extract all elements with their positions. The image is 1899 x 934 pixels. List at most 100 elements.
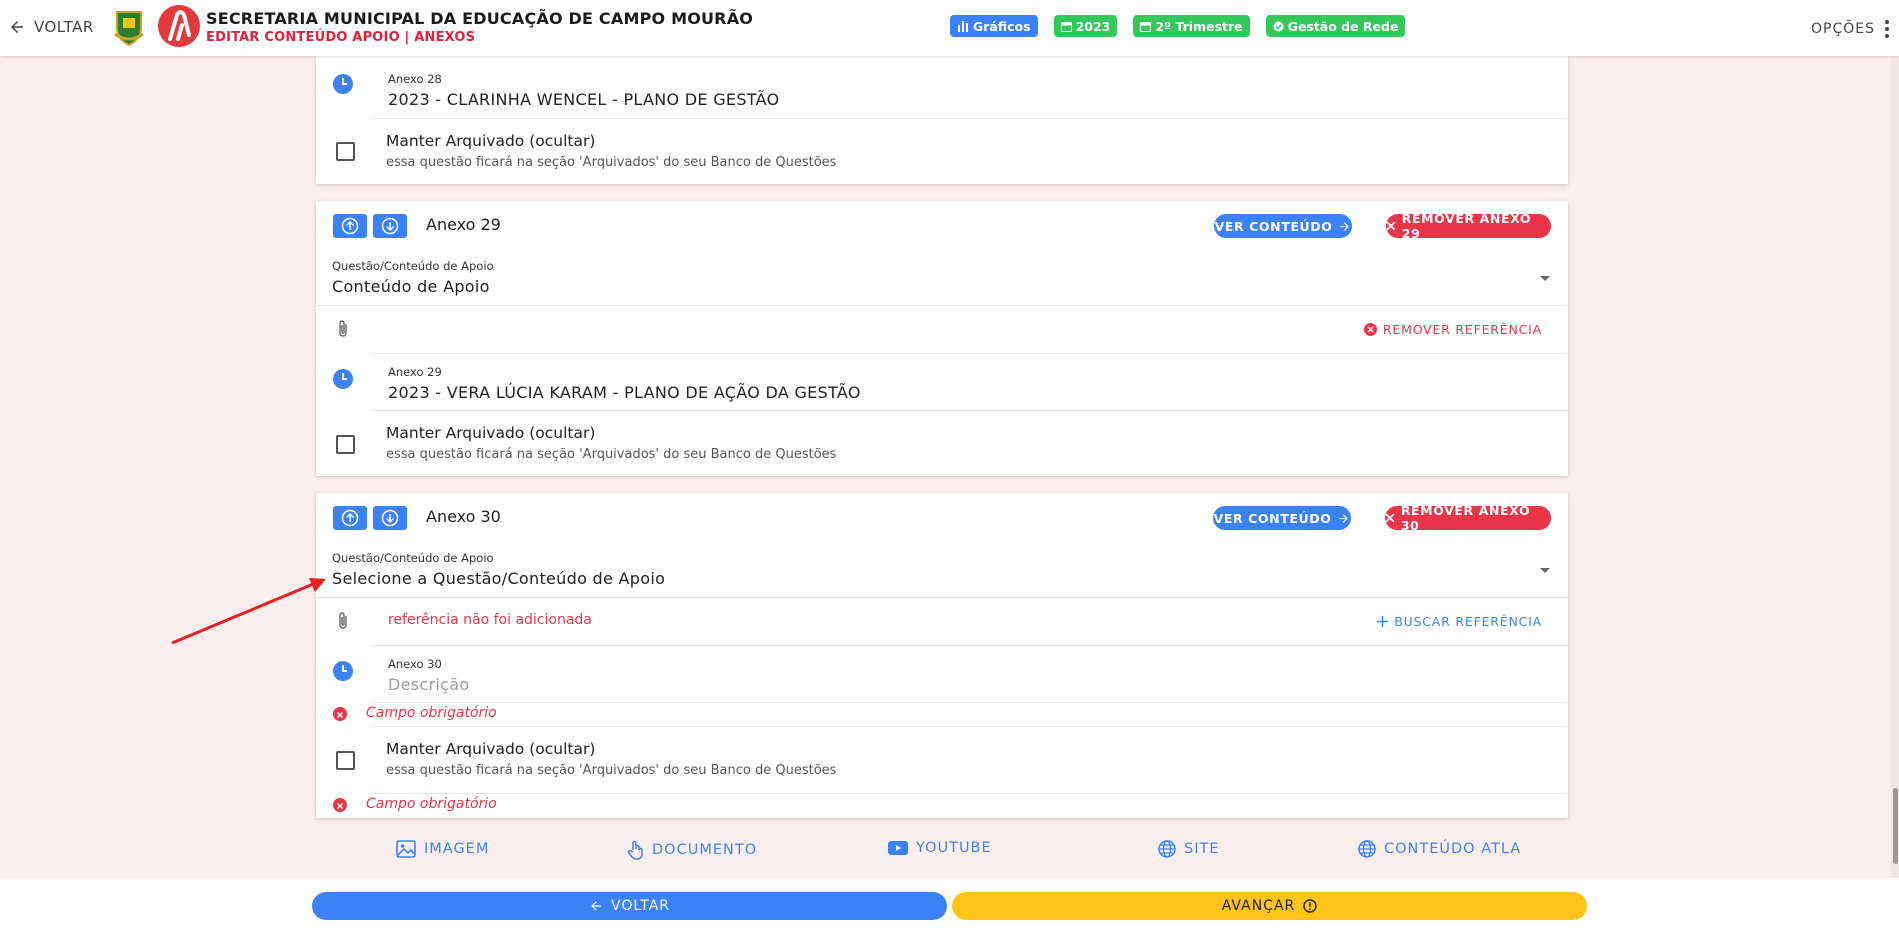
header-chips: Gráficos 2023 2º Trimestre Gestão de Red… xyxy=(950,15,1406,37)
image-icon xyxy=(396,840,416,858)
annex-30-reference-missing-text: referência não foi adicionada xyxy=(388,612,592,628)
options-label: OPÇÕES xyxy=(1811,21,1875,37)
paperclip-icon xyxy=(339,320,347,337)
header-titles: SECRETARIA MUNICIPAL DA EDUCAÇÃO DE CAMP… xyxy=(206,9,753,45)
alert-circle-icon xyxy=(1303,899,1317,913)
clock-icon xyxy=(333,74,353,94)
close-circle-icon xyxy=(1363,323,1377,336)
arrow-left-icon xyxy=(591,901,601,911)
header-back-button[interactable]: VOLTAR xyxy=(8,18,94,36)
annex-28-description-row: Anexo 28 2023 - CLARINHA WENCEL - PLANO … xyxy=(316,56,1568,118)
check-circle-icon xyxy=(1273,21,1284,31)
annex-30-header-row: Anexo 30 VER CONTEÚDO REMOVER ANEXO 30 xyxy=(316,493,1568,543)
footer-bar: VOLTAR AVANÇAR xyxy=(0,878,1899,934)
add-youtube-button[interactable]: YOUTUBE xyxy=(888,840,992,856)
annex-30-reference-row: referência não foi adicionada BUSCAR REF… xyxy=(316,598,1568,645)
chip-network[interactable]: Gestão de Rede xyxy=(1265,15,1406,37)
page-title: SECRETARIA MUNICIPAL DA EDUCAÇÃO DE CAMP… xyxy=(206,9,754,28)
clock-icon xyxy=(333,661,353,681)
annex-30-description-label: Anexo 30 xyxy=(388,657,442,671)
paperclip-icon xyxy=(339,612,347,629)
header-back-label: VOLTAR xyxy=(34,18,94,36)
annex-28-archive-title: Manter Arquivado (ocultar) xyxy=(386,132,596,150)
chip-graficos[interactable]: Gráficos xyxy=(950,15,1038,37)
chevron-down-icon xyxy=(1540,276,1550,281)
annex-30-title: Anexo 30 xyxy=(426,507,501,526)
annex-28-archive-row: Manter Arquivado (ocultar) essa questão … xyxy=(316,119,1568,184)
error-circle-icon xyxy=(333,798,347,812)
more-vertical-icon xyxy=(1885,20,1889,38)
globe-icon xyxy=(1158,840,1176,858)
annex-30-archive-description: essa questão ficará na seção 'Arquivados… xyxy=(386,763,837,778)
annex-30-select-placeholder: Selecione a Questão/Conteúdo de Apoio xyxy=(332,569,666,588)
footer-next-button[interactable]: AVANÇAR xyxy=(952,892,1587,920)
annex-30-move-up-button[interactable] xyxy=(333,506,367,530)
annex-29-select-value: Conteúdo de Apoio xyxy=(332,277,490,296)
chevron-down-icon xyxy=(1540,568,1550,573)
annex-28-description-label: Anexo 28 xyxy=(388,72,442,86)
annex-29-archive-description: essa questão ficará na seção 'Arquivados… xyxy=(386,447,837,462)
scrollbar-track[interactable] xyxy=(1891,56,1899,878)
annex-29-description-label: Anexo 29 xyxy=(388,365,442,379)
arrow-up-circle-icon xyxy=(341,217,359,235)
chip-trimester[interactable]: 2º Trimestre xyxy=(1133,15,1250,37)
annex-30-type-select[interactable]: Questão/Conteúdo de Apoio Selecione a Qu… xyxy=(316,543,1568,597)
add-atla-content-button[interactable]: CONTEÚDO ATLA xyxy=(1358,840,1521,858)
globe-icon xyxy=(1358,840,1376,858)
error-text: Campo obrigatório xyxy=(366,705,497,721)
error-circle-icon xyxy=(333,707,347,721)
add-document-button[interactable]: DOCUMENTO xyxy=(628,840,757,860)
annex-30-remove-button[interactable]: REMOVER ANEXO 30 xyxy=(1385,503,1551,533)
annex-28-description-input[interactable]: 2023 - CLARINHA WENCEL - PLANO DE GESTÃO xyxy=(388,90,779,109)
chip-year[interactable]: 2023 xyxy=(1053,15,1118,37)
annex-29-view-content-button[interactable]: VER CONTEÚDO xyxy=(1214,214,1352,238)
annex-29-card: Anexo 29 VER CONTEÚDO REMOVER ANEXO 29 Q… xyxy=(316,201,1568,476)
municipal-crest-icon xyxy=(114,11,144,46)
calendar-icon xyxy=(1060,21,1072,32)
annex-30-description-input[interactable]: Descrição xyxy=(388,675,469,694)
annex-30-move-down-button[interactable] xyxy=(373,506,407,530)
annex-29-title: Anexo 29 xyxy=(426,215,501,234)
annex-29-remove-reference-button[interactable]: REMOVER REFERÊNCIA xyxy=(1363,322,1542,337)
arrow-down-circle-icon xyxy=(381,509,399,527)
annex-29-move-up-button[interactable] xyxy=(333,214,367,238)
annex-30-search-reference-button[interactable]: BUSCAR REFERÊNCIA xyxy=(1377,614,1542,629)
arrow-left-icon xyxy=(11,21,23,33)
footer-back-button[interactable]: VOLTAR xyxy=(312,892,947,920)
annex-29-move-down-button[interactable] xyxy=(373,214,407,238)
annex-30-view-content-button[interactable]: VER CONTEÚDO xyxy=(1213,506,1351,530)
close-icon xyxy=(1385,513,1395,523)
annex-29-header-row: Anexo 29 VER CONTEÚDO REMOVER ANEXO 29 xyxy=(316,201,1568,251)
annex-29-remove-button[interactable]: REMOVER ANEXO 29 xyxy=(1386,211,1551,241)
annex-29-type-select[interactable]: Questão/Conteúdo de Apoio Conteúdo de Ap… xyxy=(316,251,1568,305)
annex-29-description-input[interactable]: 2023 - VERA LÚCIA KARAM - PLANO DE AÇÃO … xyxy=(388,383,861,402)
annex-30-archive-row: Manter Arquivado (ocultar) essa questão … xyxy=(316,727,1568,793)
plus-icon xyxy=(1377,616,1389,627)
annex-29-description-row: Anexo 29 2023 - VERA LÚCIA KARAM - PLANO… xyxy=(316,354,1568,410)
add-site-button[interactable]: SITE xyxy=(1158,840,1220,858)
scrollbar-thumb[interactable] xyxy=(1893,788,1898,864)
annex-30-archive-error: Campo obrigatório xyxy=(316,794,1568,816)
error-text: Campo obrigatório xyxy=(366,796,497,812)
annex-29-archive-checkbox[interactable] xyxy=(336,435,355,454)
options-menu-button[interactable]: OPÇÕES xyxy=(1811,20,1889,38)
top-app-bar: VOLTAR SECRETARIA MUNICIPAL DA EDUCAÇÃO … xyxy=(0,0,1899,56)
annex-29-select-label: Questão/Conteúdo de Apoio xyxy=(332,259,494,273)
annex-28-archive-description: essa questão ficará na seção 'Arquivados… xyxy=(386,155,837,170)
clock-icon xyxy=(333,369,353,389)
annex-30-card: Anexo 30 VER CONTEÚDO REMOVER ANEXO 30 Q… xyxy=(316,493,1568,818)
arrow-down-circle-icon xyxy=(381,217,399,235)
youtube-icon xyxy=(888,841,908,855)
annex-29-reference-row: REMOVER REFERÊNCIA xyxy=(316,306,1568,353)
annex-28-archive-checkbox[interactable] xyxy=(336,142,355,161)
attachment-type-bar: IMAGEM DOCUMENTO YOUTUBE SITE CONTEÚDO A… xyxy=(316,840,1568,864)
app-logo-icon xyxy=(158,5,200,47)
annex-30-archive-checkbox[interactable] xyxy=(336,751,355,770)
close-icon xyxy=(1386,221,1396,231)
annex-30-archive-title: Manter Arquivado (ocultar) xyxy=(386,740,596,758)
annex-30-description-error: Campo obrigatório xyxy=(316,703,1568,725)
bar-chart-icon xyxy=(958,21,968,32)
add-image-button[interactable]: IMAGEM xyxy=(396,840,489,858)
hand-pointer-icon xyxy=(628,840,643,860)
annex-30-select-label: Questão/Conteúdo de Apoio xyxy=(332,551,494,565)
